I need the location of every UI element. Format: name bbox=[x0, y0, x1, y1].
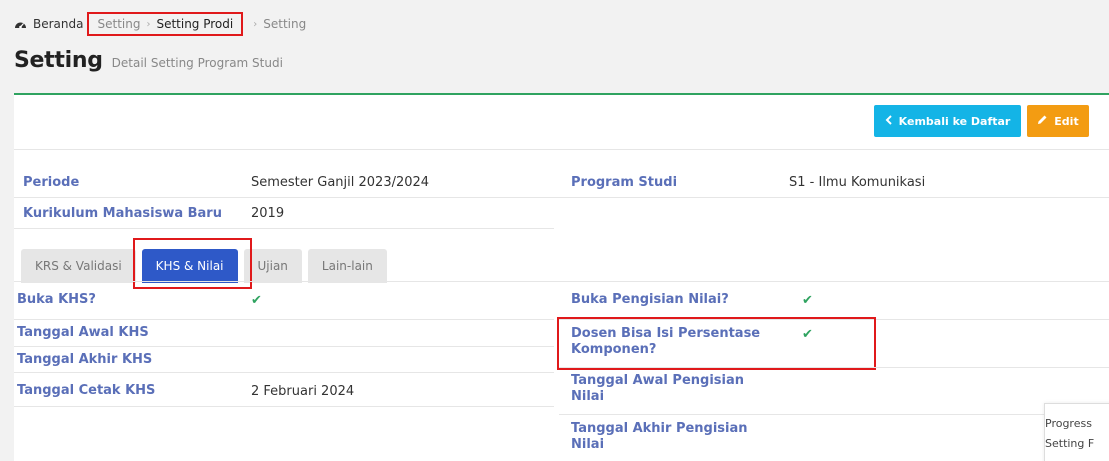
tab-panel-border bbox=[14, 281, 1109, 282]
tgl-cetak-khs-value: 2 Februari 2024 bbox=[251, 383, 355, 399]
breadcrumb-current: Setting bbox=[263, 17, 307, 31]
kurikulum-value: 2019 bbox=[251, 205, 285, 221]
row-divider bbox=[559, 414, 1109, 415]
chevron-right-icon: › bbox=[146, 18, 151, 30]
tgl-cetak-khs-row: Tanggal Cetak KHS bbox=[17, 376, 155, 406]
tab-ujian[interactable]: Ujian bbox=[243, 249, 302, 283]
buka-pengisian-label: Buka Pengisian Nilai? bbox=[571, 292, 729, 307]
tgl-akhir-khs-label: Tanggal Akhir KHS bbox=[17, 352, 153, 367]
breadcrumb-setting[interactable]: Setting bbox=[97, 17, 140, 31]
tgl-akhir-pengisian-label-line1: Tanggal Akhir Pengisian bbox=[571, 421, 748, 436]
dosen-persentase-label-line2: Komponen? bbox=[571, 342, 657, 357]
row-divider bbox=[14, 372, 554, 373]
program-studi-value: S1 - Ilmu Komunikasi bbox=[789, 174, 926, 190]
tgl-awal-pengisian-row: Tanggal Awal Pengisian Nilai bbox=[571, 369, 744, 409]
tgl-awal-khs-label: Tanggal Awal KHS bbox=[17, 325, 149, 340]
row-divider bbox=[559, 319, 1109, 320]
periode-label: Periode bbox=[23, 174, 80, 190]
tgl-cetak-khs-value-cell: 2 Februari 2024 bbox=[251, 376, 354, 406]
dosen-persentase-row: Dosen Bisa Isi Persentase Komponen? bbox=[571, 322, 760, 362]
row-divider bbox=[14, 228, 554, 229]
chevron-right-icon: › bbox=[253, 18, 258, 30]
periode-value-cell: Semester Ganjil 2023/2024 bbox=[251, 167, 429, 197]
program-studi-value-cell: S1 - Ilmu Komunikasi bbox=[789, 167, 925, 197]
breadcrumb: Beranda Setting › Setting Prodi › Settin… bbox=[14, 12, 307, 36]
kurikulum-label: Kurikulum Mahasiswa Baru bbox=[23, 205, 222, 221]
back-button-label: Kembali ke Daftar bbox=[898, 114, 1011, 128]
card-toolbar: Kembali ke Daftar Edit bbox=[14, 95, 1109, 150]
breadcrumb-home[interactable]: Beranda bbox=[33, 17, 83, 31]
breadcrumb-highlight: Setting › Setting Prodi bbox=[87, 12, 244, 36]
page-header: Setting Detail Setting Program Studi bbox=[14, 48, 283, 73]
tab-bar: KRS & Validasi KHS & Nilai Ujian Lain-la… bbox=[21, 243, 387, 283]
buka-khs-row: Buka KHS? bbox=[17, 283, 96, 317]
dashboard-icon bbox=[14, 18, 27, 30]
tgl-awal-pengisian-label-line1: Tanggal Awal Pengisian bbox=[571, 373, 744, 388]
kurikulum-value-cell: 2019 bbox=[251, 198, 284, 228]
buka-pengisian-row: Buka Pengisian Nilai? bbox=[571, 283, 729, 317]
page-subtitle: Detail Setting Program Studi bbox=[111, 56, 283, 70]
tgl-akhir-khs-row: Tanggal Akhir KHS bbox=[17, 348, 152, 372]
detail-card: Kembali ke Daftar Edit Periode Semester … bbox=[14, 93, 1109, 461]
edit-button-label: Edit bbox=[1054, 114, 1079, 128]
progress-panel-subtitle: Setting F bbox=[1045, 437, 1095, 450]
dosen-persentase-value-cell: ✔ bbox=[802, 324, 813, 344]
program-studi-label: Program Studi bbox=[571, 174, 678, 190]
back-to-list-button[interactable]: Kembali ke Daftar bbox=[874, 105, 1021, 137]
tab-krs-validasi[interactable]: KRS & Validasi bbox=[21, 249, 136, 283]
buka-pengisian-value-cell: ✔ bbox=[802, 283, 813, 317]
row-divider bbox=[559, 367, 1109, 368]
tgl-akhir-pengisian-row: Tanggal Akhir Pengisian Nilai bbox=[571, 417, 748, 457]
tgl-awal-khs-row: Tanggal Awal KHS bbox=[17, 321, 149, 345]
tab-lain-lain[interactable]: Lain-lain bbox=[307, 249, 387, 283]
chevron-left-icon bbox=[885, 114, 893, 128]
row-divider bbox=[14, 346, 554, 347]
page-title: Setting bbox=[14, 48, 103, 73]
periode-value: Semester Ganjil 2023/2024 bbox=[251, 174, 430, 190]
kurikulum-row: Kurikulum Mahasiswa Baru bbox=[23, 198, 222, 228]
tgl-awal-pengisian-label-line2: Nilai bbox=[571, 389, 605, 404]
pencil-icon bbox=[1037, 114, 1048, 128]
tgl-cetak-khs-label: Tanggal Cetak KHS bbox=[17, 383, 156, 398]
dosen-persentase-label-line1: Dosen Bisa Isi Persentase bbox=[571, 326, 761, 341]
row-divider bbox=[14, 319, 554, 320]
check-icon: ✔ bbox=[251, 292, 262, 308]
tab-khs-nilai[interactable]: KHS & Nilai bbox=[141, 249, 238, 283]
breadcrumb-setting-prodi[interactable]: Setting Prodi bbox=[156, 17, 233, 31]
buka-khs-value-cell: ✔ bbox=[251, 283, 262, 317]
edit-button[interactable]: Edit bbox=[1027, 105, 1089, 137]
check-icon: ✔ bbox=[802, 292, 813, 308]
progress-panel[interactable]: Progress Setting F bbox=[1044, 403, 1109, 461]
check-icon: ✔ bbox=[802, 326, 813, 342]
buka-khs-label: Buka KHS? bbox=[17, 292, 96, 307]
row-divider bbox=[14, 406, 554, 407]
progress-panel-title: Progress bbox=[1045, 417, 1092, 430]
periode-row: Periode bbox=[23, 167, 79, 197]
program-studi-row: Program Studi bbox=[571, 167, 677, 197]
tgl-akhir-pengisian-label-line2: Nilai bbox=[571, 437, 605, 452]
